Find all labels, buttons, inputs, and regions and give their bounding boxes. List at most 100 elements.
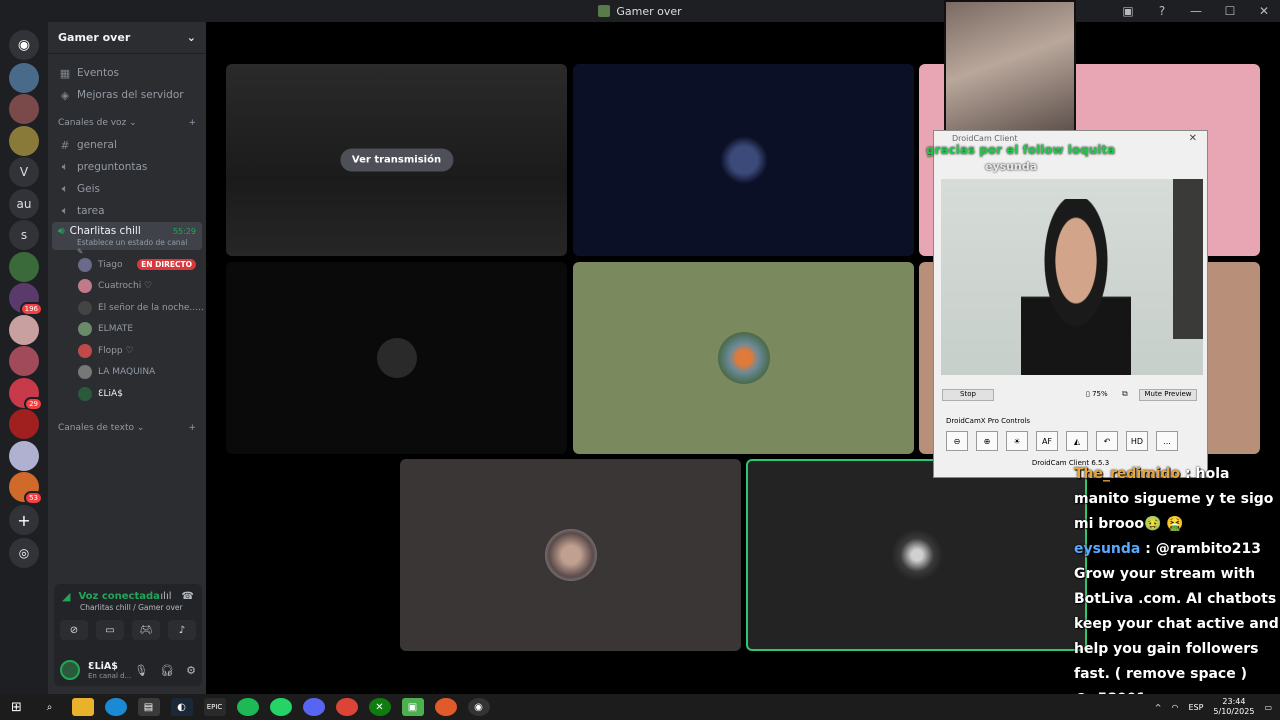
server-icon[interactable] (9, 62, 39, 93)
gear-icon[interactable]: ⚙ (186, 664, 196, 677)
user-tile[interactable] (400, 459, 741, 651)
mute-preview-button[interactable]: Mute Preview (1139, 389, 1197, 401)
copy-icon[interactable]: ⧉ (1122, 389, 1128, 399)
server-icon[interactable] (9, 440, 39, 471)
xbox-icon[interactable]: ✕ (368, 698, 391, 716)
channel-tarea[interactable]: 🔈︎ tarea (48, 200, 206, 222)
stream-tile-tiago[interactable]: Ver transmisión (226, 64, 567, 256)
whatsapp-icon[interactable] (269, 698, 292, 716)
user-tile[interactable] (226, 262, 567, 454)
explore-icon[interactable]: ◎ (9, 538, 39, 568)
spotify-icon[interactable] (236, 698, 259, 716)
discord-home-icon[interactable]: ◉ (9, 29, 39, 60)
close-icon[interactable]: ✕ (1189, 133, 1197, 144)
droidcam-tool-button[interactable]: ⊖ (946, 431, 968, 451)
pencil-icon[interactable]: ✎ (77, 247, 83, 256)
language-indicator[interactable]: ESP (1188, 703, 1203, 712)
sidebar-item-eventos[interactable]: ▦ Eventos (48, 62, 206, 84)
stop-button[interactable]: Stop (942, 389, 994, 401)
avatar (78, 365, 92, 380)
server-icon[interactable] (9, 125, 39, 156)
voice-user[interactable]: Tiago EN DIRECTO (48, 254, 206, 276)
server-icon[interactable]: au (9, 188, 39, 219)
server-icon[interactable] (9, 314, 39, 345)
soundboard-button[interactable]: ♪ (168, 620, 196, 640)
inbox-icon[interactable]: ▣ (1120, 4, 1136, 18)
voice-user[interactable]: Cuatrochi ♡ (48, 276, 206, 298)
droidcam-window[interactable]: DroidCam Client ✕ Stop ▯ 75% ⧉ Mute Prev… (933, 130, 1208, 478)
steam-icon[interactable]: ◐ (170, 698, 193, 716)
server-label: au (16, 196, 32, 211)
user-tile[interactable] (573, 262, 914, 454)
channel-status[interactable]: Establece un estado de canal (77, 238, 187, 247)
sidebar-item-mejoras[interactable]: ◈ Mejoras del servidor (48, 84, 206, 106)
voice-user[interactable]: Flopp ♡ (48, 340, 206, 362)
start-icon[interactable]: ⊞ (6, 698, 28, 716)
text-category[interactable]: Canales de texto ⌄ + (48, 417, 206, 439)
server-icon[interactable]: s (9, 220, 39, 250)
server-icon[interactable] (9, 409, 39, 439)
server-header[interactable]: Gamer over ⌄ (48, 22, 206, 54)
droidcam-tool-button[interactable]: AF (1036, 431, 1058, 451)
maximize-button[interactable]: ☐ (1222, 4, 1238, 18)
server-icon[interactable] (9, 251, 39, 282)
chrome-icon[interactable] (335, 698, 358, 716)
file-explorer-icon[interactable] (71, 698, 94, 716)
server-icon[interactable] (9, 346, 39, 376)
channel-preguntontas[interactable]: 🔈︎ preguntontas (48, 156, 206, 178)
discord-icon[interactable] (302, 698, 325, 716)
voice-user[interactable]: LA MAQUINA (48, 362, 206, 384)
server-icon[interactable]: 53 (9, 472, 43, 505)
channel-charlitas-chill[interactable]: 🔊︎ Charlitas chill 55:29 Establece un est… (52, 222, 202, 256)
minimize-button[interactable]: — (1188, 4, 1204, 18)
speaker-icon: 🔈︎ (61, 160, 69, 173)
edge-icon[interactable] (104, 698, 127, 716)
server-icon[interactable]: 196 (9, 283, 43, 316)
watch-stream-button[interactable]: Ver transmisión (339, 148, 454, 172)
recorder-icon[interactable] (434, 698, 457, 716)
chat-username: The_redimido (1074, 466, 1181, 482)
channel-general[interactable]: # general (48, 134, 206, 156)
clock[interactable]: 23:44 5/10/2025 (1213, 697, 1254, 717)
avatar[interactable] (60, 660, 80, 680)
notification-icon[interactable]: ▭ (1264, 703, 1272, 712)
server-icon[interactable] (9, 94, 39, 124)
obs-icon[interactable]: ◉ (467, 698, 490, 716)
camera-off-button[interactable]: ⊘ (60, 620, 88, 640)
microphone-icon[interactable]: 🎙︎ (134, 664, 148, 677)
epic-games-icon[interactable]: EPIC (203, 698, 226, 716)
help-icon[interactable]: ? (1154, 4, 1170, 18)
user-tile-speaking[interactable] (746, 459, 1087, 651)
server-icon[interactable]: 29 (9, 377, 43, 411)
add-server-icon[interactable]: + (9, 505, 39, 535)
user-tile[interactable] (573, 64, 914, 256)
channel-label: Charlitas chill (69, 225, 141, 237)
channel-geis[interactable]: 🔈︎ Geis (48, 178, 206, 200)
add-channel-icon[interactable]: + (188, 423, 196, 433)
screen-share-button[interactable]: ▭ (96, 620, 124, 640)
voice-user[interactable]: ELMATE (48, 319, 206, 341)
wifi-icon[interactable]: ◠ (1171, 703, 1178, 712)
chevron-up-icon[interactable]: ^ (1155, 703, 1162, 712)
signal-icon: ◢ (62, 590, 71, 603)
window-title: Gamer over (616, 4, 682, 18)
server-icon[interactable]: V (9, 157, 39, 187)
close-button[interactable]: ✕ (1256, 4, 1272, 18)
headphones-icon[interactable]: 🎧︎ (160, 664, 174, 677)
voice-category[interactable]: Canales de voz ⌄ + (48, 112, 206, 134)
noise-suppression-icon[interactable]: ılıl (160, 591, 171, 602)
droidcam-tool-button[interactable]: ◭ (1066, 431, 1088, 451)
search-icon[interactable]: ⌕ (39, 698, 61, 716)
disconnect-icon[interactable]: ☎ (182, 591, 194, 602)
activity-button[interactable]: 🎮︎ (132, 620, 160, 640)
droidcam-tool-button[interactable]: HD (1126, 431, 1148, 451)
droidcam-tool-button[interactable]: ↶ (1096, 431, 1118, 451)
voice-user[interactable]: ƐLiA$ (48, 383, 206, 405)
droidcam-taskbar-icon[interactable]: ▣ (401, 698, 424, 716)
droidcam-tool-button[interactable]: ... (1156, 431, 1178, 451)
voice-user[interactable]: El señor de la noche..... (48, 297, 206, 319)
add-channel-icon[interactable]: + (188, 118, 196, 128)
droidcam-tool-button[interactable]: ⊕ (976, 431, 998, 451)
droidcam-tool-button[interactable]: ☀ (1006, 431, 1028, 451)
store-icon[interactable]: ▤ (137, 698, 160, 716)
